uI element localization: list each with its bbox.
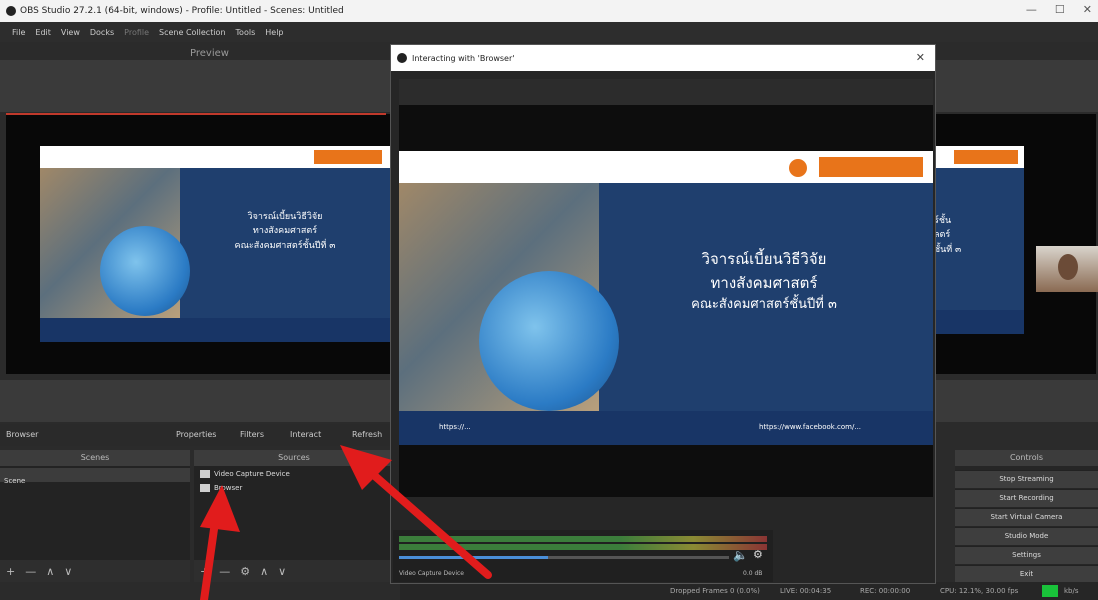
annotation-arrows <box>200 445 492 600</box>
arrow-to-interact <box>364 466 492 579</box>
arrow-to-browser-source-head <box>200 485 240 532</box>
